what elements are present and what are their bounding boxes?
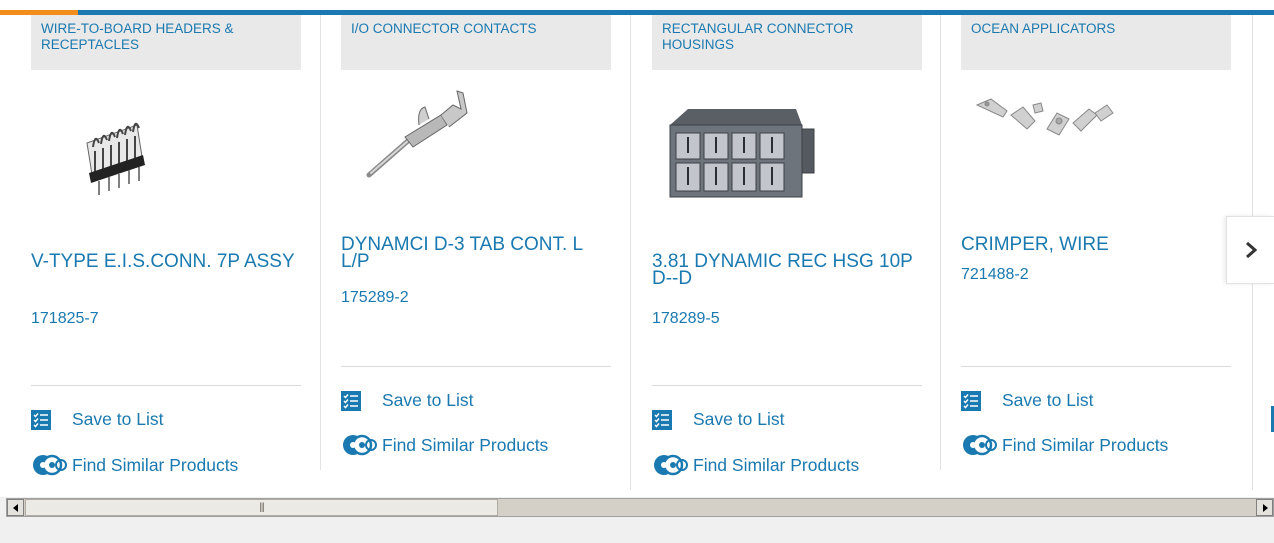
category-label[interactable]: RECTANGULAR CONNECTOR HOUSINGS — [652, 15, 922, 70]
column-separator — [940, 15, 941, 470]
similar-products-icon — [654, 454, 688, 476]
checklist-icon — [652, 409, 672, 430]
find-similar-button[interactable]: Find Similar Products — [961, 433, 1168, 457]
scrollbar-grip: ||| — [259, 502, 265, 513]
similar-products-icon — [343, 434, 377, 456]
product-card: I/O CONNECTOR CONTACTS DYNAMCI D-3 TAB C… — [341, 15, 651, 495]
product-card: RECTANGULAR CONNECTOR HOUSINGS 3.81 DYNA… — [652, 15, 962, 495]
product-title[interactable]: CRIMPER, WIRE — [961, 235, 1236, 254]
save-to-list-button[interactable]: Save to List — [652, 409, 784, 430]
column-separator — [320, 15, 321, 470]
part-number[interactable]: 175289-2 — [341, 289, 409, 307]
product-title[interactable]: 3.81 DYNAMIC REC HSG 10P D--D — [652, 252, 927, 288]
divider — [341, 366, 611, 367]
find-similar-button[interactable]: Find Similar Products — [652, 453, 859, 477]
product-card: OCEAN APPLICATORS CRIMPER, WIRE 721488-2… — [961, 15, 1271, 495]
save-label: Save to List — [693, 409, 785, 429]
arrow-right-icon — [1262, 503, 1268, 512]
product-carousel: WIRE-TO-BOARD HEADERS & RECEPTACLES V-TY… — [0, 0, 1274, 497]
find-similar-button[interactable]: Find Similar Products — [341, 433, 548, 457]
checklist-icon — [341, 390, 361, 411]
category-label[interactable]: WIRE-TO-BOARD HEADERS & RECEPTACLES — [31, 15, 301, 70]
similar-label: Find Similar Products — [382, 434, 549, 455]
part-number[interactable]: 171825-7 — [31, 310, 99, 328]
product-card: WIRE-TO-BOARD HEADERS & RECEPTACLES V-TY… — [31, 15, 341, 495]
horizontal-scrollbar[interactable]: ||| — [6, 498, 1274, 517]
header-connector-image[interactable] — [79, 103, 154, 198]
save-label: Save to List — [72, 409, 164, 429]
save-to-list-button[interactable]: Save to List — [31, 409, 163, 430]
divider — [652, 385, 922, 386]
save-to-list-button[interactable]: Save to List — [341, 390, 473, 411]
similar-label: Find Similar Products — [1002, 434, 1169, 455]
divider — [961, 366, 1231, 367]
find-similar-button[interactable]: Find Similar Products — [31, 453, 238, 477]
tab-contact-image[interactable] — [361, 85, 476, 185]
scrollbar-thumb[interactable]: ||| — [25, 499, 498, 516]
part-number[interactable]: 178289-5 — [652, 310, 720, 328]
carousel-next-button[interactable] — [1226, 216, 1274, 284]
category-label[interactable]: I/O CONNECTOR CONTACTS — [341, 15, 611, 70]
save-label: Save to List — [382, 390, 474, 410]
similar-label: Find Similar Products — [72, 454, 239, 475]
similar-products-icon — [33, 454, 67, 476]
similar-label: Find Similar Products — [693, 454, 860, 475]
product-title[interactable]: V-TYPE E.I.S.CONN. 7P ASSY — [31, 252, 306, 271]
save-label: Save to List — [1002, 390, 1094, 410]
save-to-list-button[interactable]: Save to List — [961, 390, 1093, 411]
column-separator — [630, 15, 631, 490]
part-number[interactable]: 721488-2 — [961, 266, 1029, 284]
crimper-parts-image[interactable] — [973, 91, 1118, 146]
scroll-left-button[interactable] — [7, 499, 24, 516]
connector-housing-image[interactable] — [664, 103, 819, 203]
checklist-icon — [31, 409, 51, 430]
checklist-icon — [961, 390, 981, 411]
similar-products-icon — [963, 434, 997, 456]
scroll-right-button[interactable] — [1256, 499, 1273, 516]
category-label[interactable]: OCEAN APPLICATORS — [961, 15, 1231, 70]
arrow-left-icon — [12, 503, 18, 512]
chevron-right-icon — [1245, 241, 1257, 259]
divider — [31, 385, 301, 386]
product-title[interactable]: DYNAMCI D-3 TAB CONT. L L/P — [341, 235, 616, 271]
